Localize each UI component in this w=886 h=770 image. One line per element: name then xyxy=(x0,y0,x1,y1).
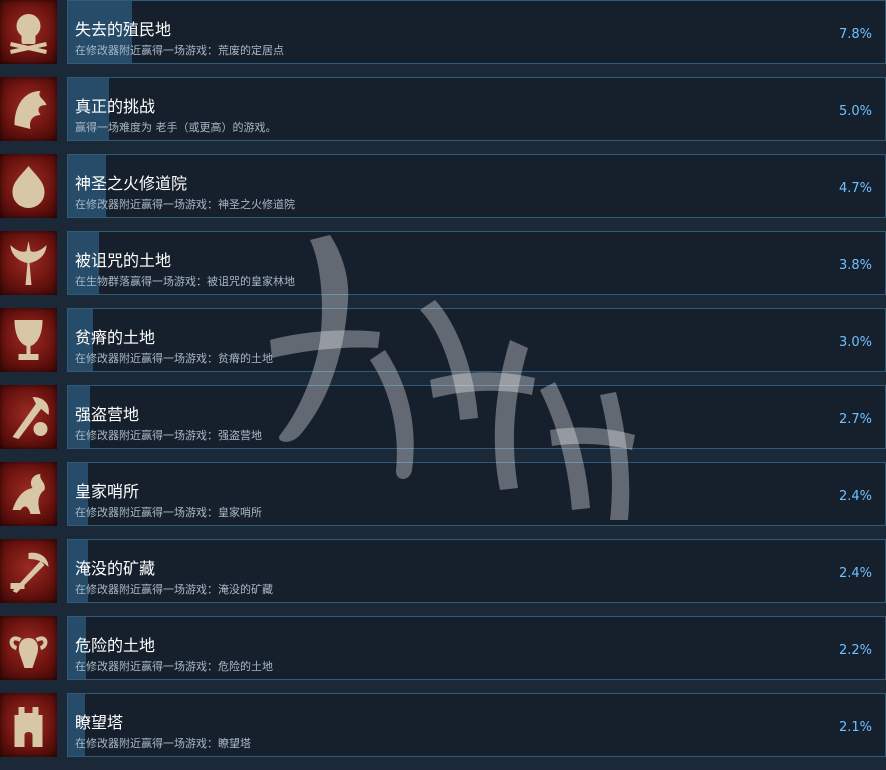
achievement-description: 在修改器附近赢得一场游戏：危险的土地 xyxy=(75,660,273,673)
unlock-percentage: 3.0% xyxy=(838,335,872,350)
achievement-list: 失去的殖民地在修改器附近赢得一场游戏：荒废的定居点 7.8% 真正的挑战赢得一场难度… xyxy=(0,0,886,757)
achievement-row[interactable]: 失去的殖民地在修改器附近赢得一场游戏：荒废的定居点 7.8% xyxy=(0,0,886,77)
achievement-title: 危险的土地 xyxy=(75,636,156,655)
achievement-description: 在修改器附近赢得一场游戏：淹没的矿藏 xyxy=(75,583,273,596)
achievement-row[interactable]: 贫瘠的土地在修改器附近赢得一场游戏：贫瘠的土地 3.0% xyxy=(0,308,886,385)
achievement-description: 在修改器附近赢得一场游戏：神圣之火修道院 xyxy=(75,198,295,211)
achievement-row[interactable]: 被诅咒的土地在生物群落赢得一场游戏：被诅咒的皇家林地 3.8% xyxy=(0,231,886,308)
sacred-flame-icon xyxy=(12,166,45,208)
achievement-badge xyxy=(0,385,57,449)
achievement-title: 贫瘠的土地 xyxy=(75,328,156,347)
achievement-title: 真正的挑战 xyxy=(75,97,156,116)
axe-skull-icon xyxy=(12,397,49,439)
achievement-panel: 失去的殖民地在修改器附近赢得一场游戏：荒废的定居点 7.8% xyxy=(67,0,886,64)
achievement-row[interactable]: 瞭望塔在修改器附近赢得一场游戏：瞭望塔 2.1% xyxy=(0,693,886,770)
chalice-icon xyxy=(14,320,43,360)
achievement-panel: 贫瘠的土地在修改器附近赢得一场游戏：贫瘠的土地 3.0% xyxy=(67,308,886,372)
unlock-percentage: 2.7% xyxy=(838,412,872,427)
unlock-percentage: 2.4% xyxy=(838,489,872,504)
unlock-percentage: 2.2% xyxy=(838,643,872,658)
unlock-percentage: 4.7% xyxy=(838,181,872,196)
skull-icon xyxy=(10,14,47,54)
achievement-badge xyxy=(0,231,57,295)
achievement-title: 皇家哨所 xyxy=(75,482,140,501)
achievement-title: 被诅咒的土地 xyxy=(75,251,172,270)
achievement-row[interactable]: 淹没的矿藏在修改器附近赢得一场游戏：淹没的矿藏 2.4% xyxy=(0,539,886,616)
achievement-title: 神圣之火修道院 xyxy=(75,174,188,193)
tower-icon xyxy=(14,707,43,747)
achievement-description: 在生物群落赢得一场游戏：被诅咒的皇家林地 xyxy=(75,275,295,288)
achievement-title: 失去的殖民地 xyxy=(75,20,172,39)
achievement-description: 在修改器附近赢得一场游戏：强盗营地 xyxy=(75,429,262,442)
achievement-description: 在修改器附近赢得一场游戏：瞭望塔 xyxy=(75,737,251,750)
cursed-tree-icon xyxy=(10,241,47,285)
achievement-badge xyxy=(0,616,57,680)
achievement-panel: 淹没的矿藏在修改器附近赢得一场游戏：淹没的矿藏 2.4% xyxy=(67,539,886,603)
achievement-badge xyxy=(0,77,57,141)
achievement-badge xyxy=(0,308,57,372)
achievement-description: 赢得一场难度为 老手（或更高）的游戏。 xyxy=(75,121,277,134)
unlock-percentage: 5.0% xyxy=(838,104,872,119)
achievement-panel: 被诅咒的土地在生物群落赢得一场游戏：被诅咒的皇家林地 3.8% xyxy=(67,231,886,295)
unlock-percentage: 3.8% xyxy=(838,258,872,273)
achievement-row[interactable]: 危险的土地在修改器附近赢得一场游戏：危险的土地 2.2% xyxy=(0,616,886,693)
eagle-icon xyxy=(14,91,47,129)
ram-skull-icon xyxy=(9,636,48,668)
achievement-panel: 皇家哨所在修改器附近赢得一场游戏：皇家哨所 2.4% xyxy=(67,462,886,526)
achievement-title: 淹没的矿藏 xyxy=(75,559,156,578)
achievement-row[interactable]: 强盗营地在修改器附近赢得一场游戏：强盗营地 2.7% xyxy=(0,385,886,462)
achievement-row[interactable]: 真正的挑战赢得一场难度为 老手（或更高）的游戏。 5.0% xyxy=(0,77,886,154)
griffin-icon xyxy=(12,474,45,514)
achievement-badge xyxy=(0,462,57,526)
achievement-panel: 瞭望塔在修改器附近赢得一场游戏：瞭望塔 2.1% xyxy=(67,693,886,757)
pickaxe-icon xyxy=(10,552,49,593)
unlock-percentage: 7.8% xyxy=(838,27,872,42)
achievement-title: 瞭望塔 xyxy=(75,713,124,732)
achievement-title: 强盗营地 xyxy=(75,405,140,424)
achievement-panel: 危险的土地在修改器附近赢得一场游戏：危险的土地 2.2% xyxy=(67,616,886,680)
achievement-description: 在修改器附近赢得一场游戏：贫瘠的土地 xyxy=(75,352,273,365)
achievement-badge xyxy=(0,154,57,218)
achievement-description: 在修改器附近赢得一场游戏：荒废的定居点 xyxy=(75,44,284,57)
achievement-badge xyxy=(0,539,57,603)
unlock-percentage: 2.1% xyxy=(838,720,872,735)
achievement-panel: 强盗营地在修改器附近赢得一场游戏：强盗营地 2.7% xyxy=(67,385,886,449)
unlock-percentage: 2.4% xyxy=(838,566,872,581)
achievement-description: 在修改器附近赢得一场游戏：皇家哨所 xyxy=(75,506,262,519)
achievement-row[interactable]: 皇家哨所在修改器附近赢得一场游戏：皇家哨所 2.4% xyxy=(0,462,886,539)
achievement-row[interactable]: 神圣之火修道院在修改器附近赢得一场游戏：神圣之火修道院 4.7% xyxy=(0,154,886,231)
achievement-badge xyxy=(0,693,57,757)
achievement-panel: 神圣之火修道院在修改器附近赢得一场游戏：神圣之火修道院 4.7% xyxy=(67,154,886,218)
achievement-badge xyxy=(0,0,57,64)
achievement-panel: 真正的挑战赢得一场难度为 老手（或更高）的游戏。 5.0% xyxy=(67,77,886,141)
